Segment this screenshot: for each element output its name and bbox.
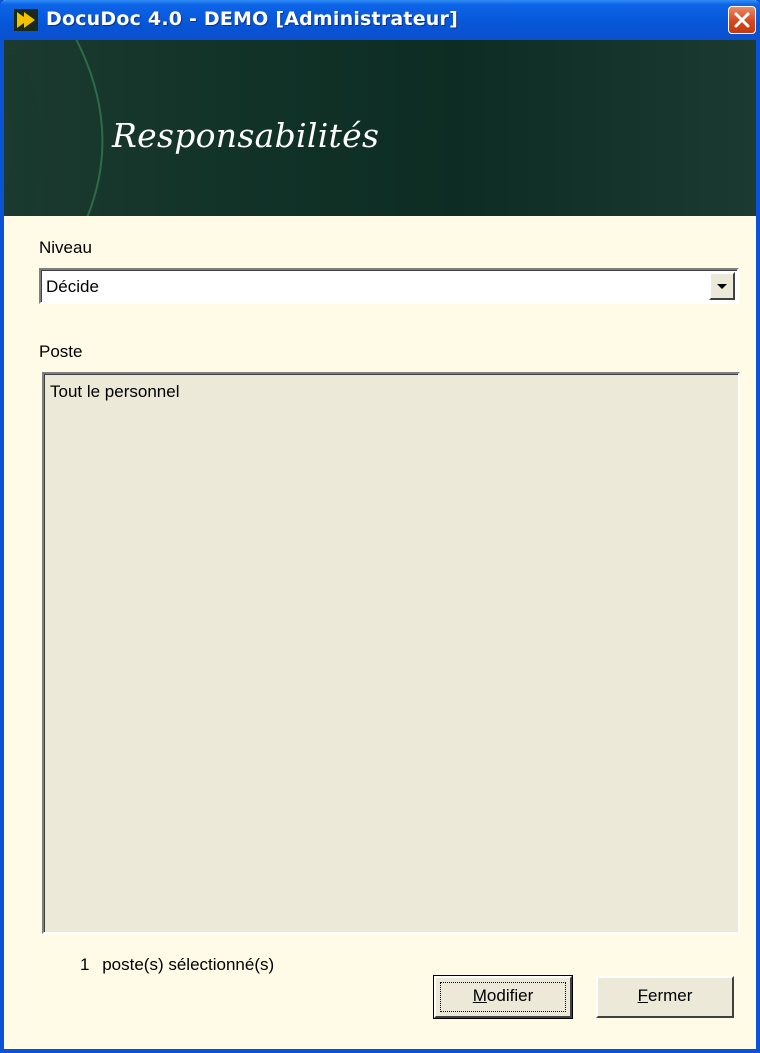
selection-count-label: poste(s) sélectionné(s) bbox=[102, 955, 275, 974]
window-title: DocuDoc 4.0 - DEMO [Administrateur] bbox=[46, 8, 458, 30]
close-icon bbox=[734, 12, 750, 28]
poste-label: Poste bbox=[39, 342, 83, 361]
niveau-dropdown[interactable]: Décide bbox=[39, 268, 739, 304]
modifier-label: odifier bbox=[486, 986, 534, 1005]
page-title: Responsabilités bbox=[112, 116, 380, 155]
chevron-down-icon bbox=[717, 284, 727, 289]
list-item[interactable]: Tout le personnel bbox=[50, 382, 179, 402]
header-banner: Responsabilités bbox=[4, 40, 756, 216]
fermer-label: ermer bbox=[647, 986, 693, 1005]
modifier-button[interactable]: Modifier bbox=[433, 975, 573, 1019]
close-button[interactable] bbox=[728, 6, 756, 34]
niveau-selected-value: Décide bbox=[46, 277, 99, 296]
fermer-button[interactable]: Fermer bbox=[596, 976, 734, 1018]
niveau-dropdown-button[interactable] bbox=[709, 272, 735, 300]
fermer-mnemonic: F bbox=[637, 986, 648, 1005]
selection-count-number: 1 bbox=[80, 955, 90, 974]
docudoc-logo-icon bbox=[14, 9, 38, 31]
title-bar[interactable]: DocuDoc 4.0 - DEMO [Administrateur] bbox=[0, 0, 760, 40]
modifier-mnemonic: M bbox=[472, 986, 487, 1005]
poste-listbox[interactable]: Tout le personnel bbox=[42, 372, 740, 934]
niveau-label: Niveau bbox=[39, 238, 92, 257]
docudoc-window: DocuDoc 4.0 - DEMO [Administrateur] Resp… bbox=[0, 0, 760, 1053]
selection-count: 1 poste(s) sélectionné(s) bbox=[80, 955, 274, 975]
